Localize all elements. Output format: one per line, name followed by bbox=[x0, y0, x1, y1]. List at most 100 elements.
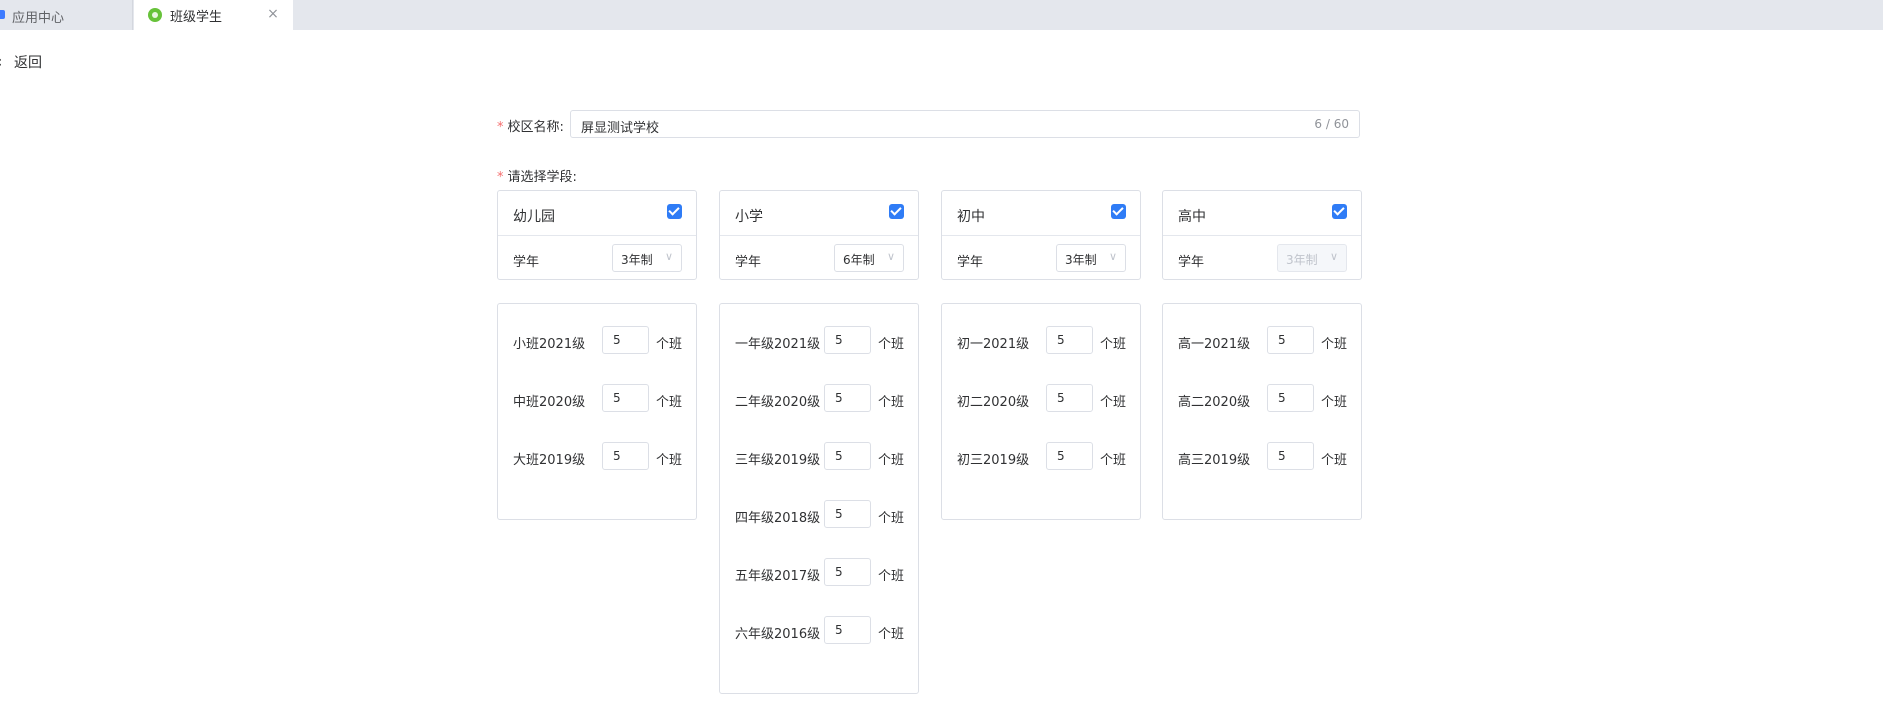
stage-select-label: * 请选择学段: bbox=[497, 166, 577, 185]
class-count-input[interactable]: 5 bbox=[1046, 442, 1093, 470]
year-select-value: 3年制 bbox=[1065, 253, 1097, 267]
grade-row: 大班2019级 5 个班 bbox=[498, 442, 696, 472]
grade-row: 初二2020级 5 个班 bbox=[942, 384, 1140, 414]
stage-header: 高中 bbox=[1163, 191, 1361, 236]
grade-row: 五年级2017级 5 个班 bbox=[720, 558, 918, 588]
class-unit: 个班 bbox=[878, 627, 905, 642]
grade-name: 五年级2017级 bbox=[735, 569, 821, 584]
class-count-input[interactable]: 5 bbox=[1267, 326, 1314, 354]
grade-name: 高一2021级 bbox=[1178, 337, 1251, 352]
class-unit: 个班 bbox=[878, 511, 905, 526]
chevron-down-icon: ∨ bbox=[886, 250, 895, 263]
stage-name: 小学 bbox=[735, 209, 763, 225]
stage-card: 小学学年 6年制 ∨ bbox=[719, 190, 919, 280]
year-select-value: 6年制 bbox=[843, 253, 875, 267]
grade-row: 六年级2016级 5 个班 bbox=[720, 616, 918, 646]
stage-checkbox[interactable] bbox=[667, 204, 682, 219]
grade-list-card: 一年级2021级 5 个班 二年级2020级 5 个班 三年级2019级 5 个班 四年级2018… bbox=[719, 303, 919, 694]
stage-header: 初中 bbox=[942, 191, 1140, 236]
class-count-input[interactable]: 5 bbox=[1267, 384, 1314, 412]
grade-list-card: 小班2021级 5 个班 中班2020级 5 个班 大班2019级 5 个班 bbox=[497, 303, 697, 520]
class-unit: 个班 bbox=[1100, 337, 1127, 352]
class-count-input[interactable]: 5 bbox=[1046, 384, 1093, 412]
class-unit: 个班 bbox=[656, 337, 683, 352]
class-count-input[interactable]: 5 bbox=[602, 326, 649, 354]
year-select[interactable]: 3年制 ∨ bbox=[612, 244, 682, 272]
class-unit: 个班 bbox=[656, 395, 683, 410]
grade-name: 中班2020级 bbox=[513, 395, 586, 410]
class-unit: 个班 bbox=[878, 395, 905, 410]
required-mark: * bbox=[497, 120, 504, 135]
grade-name: 高二2020级 bbox=[1178, 395, 1251, 410]
class-count-input[interactable]: 5 bbox=[1046, 326, 1093, 354]
class-unit: 个班 bbox=[1321, 453, 1348, 468]
campus-name-input[interactable]: 屏显测试学校 6 / 60 bbox=[570, 110, 1360, 138]
class-count-input[interactable]: 5 bbox=[824, 384, 871, 412]
grade-row: 高三2019级 5 个班 bbox=[1163, 442, 1361, 472]
grade-row: 三年级2019级 5 个班 bbox=[720, 442, 918, 472]
class-unit: 个班 bbox=[1100, 453, 1127, 468]
class-count-input[interactable]: 5 bbox=[824, 558, 871, 586]
year-label: 学年 bbox=[513, 255, 540, 270]
class-count-input[interactable]: 5 bbox=[602, 384, 649, 412]
grade-row: 一年级2021级 5 个班 bbox=[720, 326, 918, 356]
stage-name: 幼儿园 bbox=[513, 209, 555, 225]
tab-class-students[interactable]: 班级学生 × bbox=[134, 0, 293, 30]
campus-name-label-text: 校区名称: bbox=[507, 120, 564, 135]
stage-card: 初中学年 3年制 ∨ bbox=[941, 190, 1141, 280]
class-count-input[interactable]: 5 bbox=[824, 616, 871, 644]
year-select-value: 3年制 bbox=[621, 253, 653, 267]
class-count-input[interactable]: 5 bbox=[824, 442, 871, 470]
class-unit: 个班 bbox=[1100, 395, 1127, 410]
stage-checkbox[interactable] bbox=[889, 204, 904, 219]
year-label: 学年 bbox=[735, 255, 762, 270]
stage-checkbox[interactable] bbox=[1332, 204, 1347, 219]
grade-row: 高二2020级 5 个班 bbox=[1163, 384, 1361, 414]
grade-name: 一年级2021级 bbox=[735, 337, 821, 352]
year-select-value: 3年制 bbox=[1286, 253, 1318, 267]
grade-name: 初二2020级 bbox=[957, 395, 1030, 410]
grade-row: 初三2019级 5 个班 bbox=[942, 442, 1140, 472]
chevron-down-icon: ∨ bbox=[1108, 250, 1117, 263]
year-select[interactable]: 6年制 ∨ bbox=[834, 244, 904, 272]
grade-name: 初三2019级 bbox=[957, 453, 1030, 468]
grade-list-card: 初一2021级 5 个班 初二2020级 5 个班 初三2019级 5 个班 bbox=[941, 303, 1141, 520]
grade-name: 大班2019级 bbox=[513, 453, 586, 468]
class-unit: 个班 bbox=[878, 337, 905, 352]
stage-header: 小学 bbox=[720, 191, 918, 236]
class-unit: 个班 bbox=[656, 453, 683, 468]
stage-card: 高中 学年 3年制 ∨ bbox=[1162, 190, 1362, 280]
year-label: 学年 bbox=[957, 255, 984, 270]
class-icon bbox=[148, 8, 162, 22]
class-unit: 个班 bbox=[878, 453, 905, 468]
class-count-input[interactable]: 5 bbox=[1267, 442, 1314, 470]
grade-name: 四年级2018级 bbox=[735, 511, 821, 526]
required-mark: * bbox=[497, 170, 504, 185]
class-count-input[interactable]: 5 bbox=[824, 326, 871, 354]
stage-name: 高中 bbox=[1178, 209, 1206, 225]
close-icon[interactable]: × bbox=[266, 5, 280, 23]
grade-row: 初一2021级 5 个班 bbox=[942, 326, 1140, 356]
class-count-input[interactable]: 5 bbox=[824, 500, 871, 528]
class-unit: 个班 bbox=[1321, 395, 1348, 410]
stage-checkbox[interactable] bbox=[1111, 204, 1126, 219]
class-count-input[interactable]: 5 bbox=[602, 442, 649, 470]
app-grid-icon bbox=[0, 10, 5, 19]
tab-label: 应用中心 bbox=[12, 11, 65, 26]
char-count: 6 / 60 bbox=[1314, 117, 1349, 131]
chevron-left-icon: ‹ bbox=[0, 53, 6, 71]
campus-name-value: 屏显测试学校 bbox=[581, 121, 660, 136]
stage-select-label-text: 请选择学段: bbox=[507, 170, 577, 185]
tab-app-center[interactable]: 应用中心 bbox=[0, 0, 133, 30]
grade-row: 高一2021级 5 个班 bbox=[1163, 326, 1361, 356]
grade-row: 四年级2018级 5 个班 bbox=[720, 500, 918, 530]
year-select[interactable]: 3年制 ∨ bbox=[1056, 244, 1126, 272]
grade-row: 小班2021级 5 个班 bbox=[498, 326, 696, 356]
year-select: 3年制 ∨ bbox=[1277, 244, 1347, 272]
class-unit: 个班 bbox=[1321, 337, 1348, 352]
chevron-down-icon: ∨ bbox=[1329, 250, 1338, 263]
chevron-down-icon: ∨ bbox=[664, 250, 673, 263]
stage-header: 幼儿园 bbox=[498, 191, 696, 236]
grade-row: 中班2020级 5 个班 bbox=[498, 384, 696, 414]
grade-row: 二年级2020级 5 个班 bbox=[720, 384, 918, 414]
